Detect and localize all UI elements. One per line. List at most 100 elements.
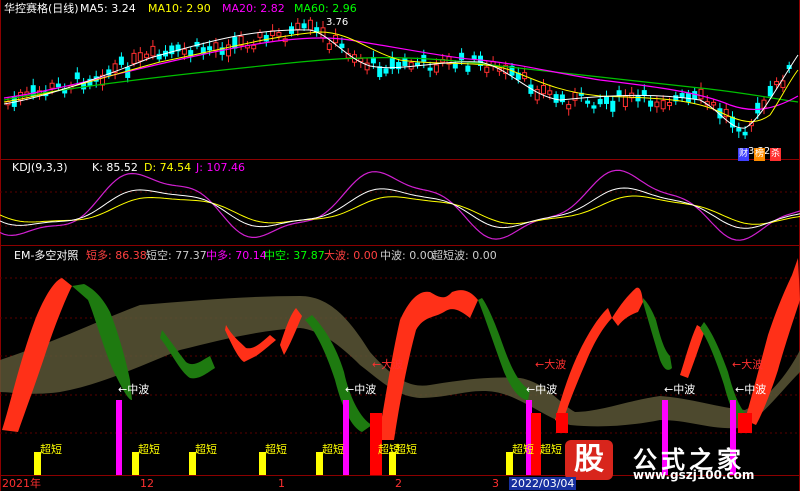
ma-label-2: MA20: 2.82 (222, 2, 285, 15)
candle (465, 65, 471, 72)
candle (118, 56, 124, 65)
candle (692, 91, 698, 100)
kdj-d-line (0, 195, 800, 225)
candle (150, 45, 156, 57)
candle (648, 100, 654, 107)
ultra-short-label-0: 超短 (40, 443, 62, 456)
candle (585, 100, 591, 104)
chart-window: { "price_panel": { "title": "华控赛格(日线)", … (0, 0, 800, 491)
candle (377, 66, 383, 78)
candle (597, 98, 603, 105)
em-legend-3: 中空: 37.87 (264, 249, 325, 262)
candle (49, 82, 55, 89)
candle (667, 102, 672, 107)
em-legend-1: 短空: 77.37 (146, 249, 207, 262)
candle (736, 127, 742, 132)
candle (547, 90, 553, 95)
candle (251, 44, 257, 50)
x-tick-2: 1 (278, 477, 285, 490)
candle (257, 31, 263, 38)
candle (452, 63, 458, 69)
badge-1: 榜 (754, 148, 766, 161)
candle (408, 62, 414, 70)
logo-glyph: 股 (565, 440, 613, 480)
ma-label-1: MA10: 2.90 (148, 2, 211, 15)
ma20-line (3, 37, 799, 110)
kdj-title: KDJ(9,3,3) (12, 161, 68, 174)
price-title: 华控赛格(日线) (4, 2, 79, 15)
ultra-short-label-2: 超短 (195, 443, 217, 456)
x-tick-3: 2 (395, 477, 402, 490)
em-peak-red (612, 287, 643, 326)
watermark: 股 公式之家 www.gszj100.com (555, 440, 800, 482)
kdj-d-value: D: 74.54 (144, 161, 192, 174)
x-tick-1: 12 (140, 477, 154, 490)
big-wave-label-2: ←大波 (732, 358, 764, 371)
candle (654, 101, 660, 108)
mid-wave-bar (116, 400, 122, 475)
em-legend-5: 中波: 0.00 (380, 249, 434, 262)
candle (541, 85, 546, 95)
mid-wave-label-2: ←中波 (526, 383, 558, 396)
ma-label-3: MA60: 2.96 (294, 2, 357, 15)
candle (774, 81, 780, 86)
candle (427, 67, 433, 71)
candle (616, 90, 622, 97)
candle (660, 100, 666, 110)
candle (433, 64, 439, 73)
candle (276, 32, 282, 37)
x-tick-0: 2021年 (2, 477, 41, 490)
candle (711, 101, 717, 106)
ultra-short-label-8: 超短 (540, 443, 562, 456)
candle (767, 85, 773, 97)
badge-0: 财 (738, 148, 750, 161)
candle (610, 100, 616, 112)
high-marker: 3.76 (326, 17, 349, 28)
candle (137, 52, 143, 62)
candle (402, 58, 408, 66)
mid-wave-bar (343, 400, 349, 475)
candle (125, 67, 131, 78)
x-tick-4: 3 (492, 477, 499, 490)
logo-url: www.gszj100.com (633, 468, 755, 482)
candle (415, 62, 420, 66)
em-legend-4: 大波: 0.00 (324, 249, 378, 262)
mid-wave-label-1: ←中波 (345, 383, 377, 396)
candle (144, 53, 150, 59)
candle (74, 72, 80, 80)
big-wave-label-1: ←大波 (535, 358, 567, 371)
x-tick-5: 2022/03/04 (509, 477, 577, 490)
em-title: EM-多空对照 (14, 249, 79, 262)
ma10-line (3, 31, 799, 123)
candle (553, 94, 559, 103)
em-legend-6: 超短波: 0.00 (432, 249, 497, 262)
em-legend-0: 短多: 86.38 (86, 249, 147, 262)
candle (755, 102, 761, 114)
kdj-k-value: K: 85.52 (92, 161, 138, 174)
big-wave-bar (556, 413, 568, 433)
ultra-short-label-7: 超短 (512, 443, 534, 456)
candle (389, 57, 395, 70)
big-wave-bar (738, 413, 752, 433)
candle (698, 88, 704, 100)
candle (471, 55, 477, 60)
price-candles (5, 17, 792, 139)
em-red-4 (680, 325, 705, 378)
chart-canvas (0, 0, 800, 491)
mid-wave-label-0: ←中波 (118, 383, 150, 396)
candle (484, 66, 490, 73)
candle (591, 105, 597, 109)
candle (307, 19, 313, 31)
candle (604, 95, 609, 104)
candle (339, 43, 345, 49)
candle (641, 90, 647, 96)
em-legend-2: 中多: 70.14 (206, 249, 267, 262)
candle (635, 95, 641, 102)
ultra-short-label-6: 超短 (395, 443, 417, 456)
mid-wave-label-3: ←中波 (664, 383, 696, 396)
ultra-short-label-4: 超短 (322, 443, 344, 456)
candle (383, 68, 389, 74)
candle (295, 22, 301, 30)
candle (559, 94, 565, 103)
kdj-j-value: J: 107.46 (196, 161, 245, 174)
